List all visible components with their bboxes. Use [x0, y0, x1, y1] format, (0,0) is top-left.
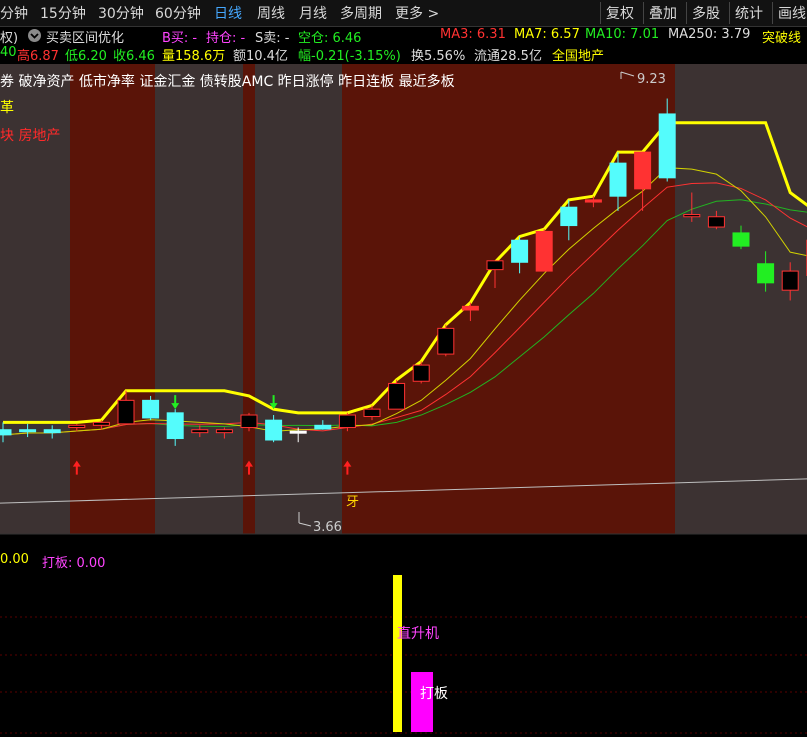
ma250-value: MA250: 3.79 — [668, 27, 751, 42]
candle-body — [314, 424, 332, 430]
statistics-button[interactable]: 统计 — [735, 3, 763, 23]
volume-value: 量158.6万 — [162, 49, 226, 64]
candle-body — [683, 214, 701, 218]
candle-body — [461, 305, 479, 311]
period-more[interactable]: 更多 > — [395, 3, 439, 23]
zhishengji-label: 直升机 — [397, 625, 439, 642]
high-label: 9.23 — [637, 72, 666, 87]
toolbar-separator — [643, 2, 644, 24]
period-30min[interactable]: 30分钟 — [98, 3, 144, 23]
candle-body — [560, 206, 578, 227]
candle-body — [117, 399, 135, 425]
concept-tags: 券 破净资产 低市净率 证金汇金 债转股AMC 昨日涨停 昨日连板 最近多板 — [0, 73, 455, 90]
signal-band — [155, 64, 243, 534]
signal-band — [342, 64, 675, 534]
period-multi[interactable]: 多周期 — [340, 3, 382, 23]
candle-body — [388, 382, 406, 410]
multi-stock-button[interactable]: 多股 — [692, 3, 720, 23]
daban-bar-label: 打板 — [420, 685, 448, 702]
zhishengji-bar — [393, 575, 402, 732]
candle-body — [412, 364, 430, 382]
candle-body — [166, 412, 184, 440]
candle-body — [338, 414, 356, 429]
candle-body — [781, 270, 799, 291]
candle-body — [289, 430, 307, 434]
sub-indicator-panel[interactable]: 直升机 打板 — [0, 570, 807, 737]
sub-indicator-value: 0.00 — [0, 552, 29, 567]
draw-line-button[interactable]: 画线 — [778, 3, 806, 23]
candle — [388, 379, 406, 410]
fuquan-button[interactable]: 复权 — [606, 3, 634, 23]
candle-body — [92, 421, 110, 426]
candle-body — [437, 327, 455, 355]
toolbar-separator — [600, 2, 601, 24]
candle-body — [609, 162, 627, 197]
float-cap-value: 流通28.5亿 — [474, 49, 542, 64]
candle-body — [191, 429, 209, 434]
daban-value: 打板: 0.00 — [42, 556, 106, 571]
change-value: 幅-0.21(-3.15%) — [298, 49, 401, 64]
close-value: 收6.46 — [113, 49, 155, 64]
candle-body — [215, 429, 233, 434]
signal-band — [70, 64, 155, 534]
dropdown-icon-glyph — [28, 29, 41, 42]
period-60min[interactable]: 60分钟 — [155, 3, 201, 23]
indicator-info-bar: 权) 买卖区间优化 B买: - 持仓: - S卖: - 空仓: 6.46 MA3… — [0, 26, 807, 46]
turnover-value: 换5.56% — [411, 49, 466, 64]
concept-row-1: 革 — [0, 100, 14, 116]
candle-body — [0, 429, 12, 436]
candle-body — [19, 429, 37, 433]
candle-body — [757, 263, 775, 284]
daban-bar — [411, 672, 433, 732]
candle-body — [142, 399, 160, 419]
candle-body — [634, 151, 652, 190]
signal-band — [675, 64, 807, 534]
amount-value: 额10.4亿 — [233, 49, 288, 64]
signal-char-label: 牙 — [346, 495, 359, 510]
overlay-button[interactable]: 叠加 — [649, 3, 677, 23]
ma7-value: MA7: 6.57 — [514, 27, 580, 42]
candle-body — [43, 429, 61, 434]
sector-link[interactable]: 全国地产 — [552, 45, 604, 64]
period-1min[interactable]: 分钟 — [0, 3, 28, 23]
period-15min[interactable]: 15分钟 — [40, 3, 86, 23]
price-chart[interactable]: 券 破净资产 低市净率 证金汇金 债转股AMC 昨日涨停 昨日连板 最近多板 革… — [0, 64, 807, 536]
concept-row-2: 块 房地产 — [0, 128, 60, 144]
candle-body — [363, 408, 381, 417]
candle-body — [240, 414, 258, 429]
candle-body — [511, 239, 529, 263]
period-monthly[interactable]: 月线 — [299, 3, 327, 23]
candle — [412, 361, 430, 384]
candle-body — [707, 216, 725, 228]
period-weekly[interactable]: 周线 — [257, 3, 285, 23]
quote-bar: 40 高6.87 低6.20 收6.46 量158.6万 额10.4亿 幅-0.… — [0, 44, 807, 64]
low-value: 低6.20 — [65, 49, 107, 64]
candle-body — [732, 232, 750, 247]
candle-body — [68, 424, 86, 429]
candle-body — [584, 199, 602, 203]
candle-body — [486, 260, 504, 271]
signal-band — [255, 64, 342, 534]
ma3-value: MA3: 6.31 — [440, 27, 506, 42]
candle — [535, 229, 553, 272]
candle-body — [535, 230, 553, 272]
candle-body — [265, 419, 283, 441]
toolbar-separator — [729, 2, 730, 24]
open-value: 40 — [0, 45, 17, 60]
signal-bands — [0, 64, 807, 535]
low-label: 3.66 — [313, 520, 342, 535]
candle — [437, 324, 455, 357]
ma10-value: MA10: 7.01 — [585, 27, 660, 42]
candle-body — [658, 113, 676, 179]
high-value: 高6.87 — [17, 49, 59, 64]
toolbar-separator — [772, 2, 773, 24]
toolbar-separator — [686, 2, 687, 24]
period-daily[interactable]: 日线 — [214, 3, 242, 23]
period-toolbar: 分钟 15分钟 30分钟 60分钟 日线 周线 月线 多周期 更多 > 复权 叠… — [0, 0, 807, 27]
